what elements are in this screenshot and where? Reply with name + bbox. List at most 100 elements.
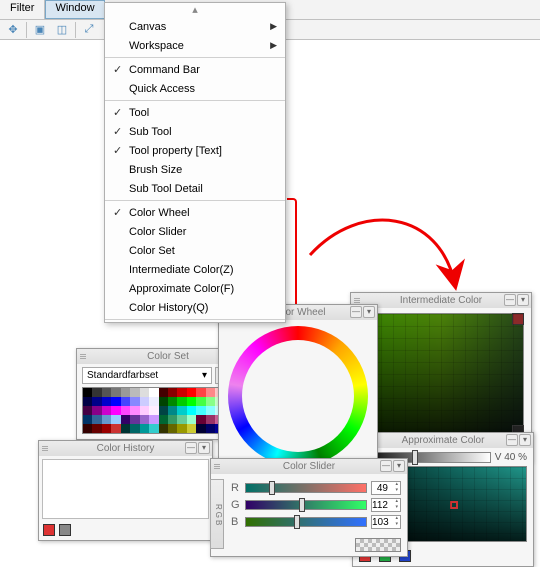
swatch[interactable] <box>140 397 149 406</box>
swatch[interactable] <box>187 388 196 397</box>
menu-canvas[interactable]: Canvas▶ <box>105 17 285 36</box>
minimize-button[interactable]: — <box>185 442 197 454</box>
b-value[interactable]: 103▴▾ <box>371 515 401 529</box>
swatch[interactable] <box>92 424 101 433</box>
swatch[interactable] <box>159 406 168 415</box>
intermediate-grid[interactable] <box>356 313 524 437</box>
r-slider[interactable] <box>245 483 367 493</box>
history-area[interactable] <box>42 459 209 519</box>
crop-alt-icon[interactable]: ◫ <box>51 21 73 39</box>
options-button[interactable]: ▾ <box>363 306 375 318</box>
g-slider[interactable] <box>245 500 367 510</box>
swatch[interactable] <box>168 397 177 406</box>
panel-title[interactable]: Color Slider —▾ <box>211 459 407 474</box>
swatch[interactable] <box>206 406 215 415</box>
r-value[interactable]: 49▴▾ <box>371 481 401 495</box>
swatch[interactable] <box>187 424 196 433</box>
color-triangle[interactable] <box>260 358 330 434</box>
swatch[interactable] <box>83 397 92 406</box>
swatch[interactable] <box>121 406 130 415</box>
menu-approximate-color[interactable]: Approximate Color(F) <box>105 279 285 298</box>
b-slider[interactable] <box>245 517 367 527</box>
swatch[interactable] <box>159 415 168 424</box>
swatch[interactable] <box>149 406 158 415</box>
arrows-icon[interactable]: ✥ <box>2 21 24 39</box>
swatch[interactable] <box>83 415 92 424</box>
background-swatch[interactable] <box>59 524 71 536</box>
swatch[interactable] <box>177 415 186 424</box>
swatch[interactable] <box>102 397 111 406</box>
swatch[interactable] <box>130 424 139 433</box>
panel-title[interactable]: Intermediate Color —▾ <box>351 293 531 308</box>
swatch[interactable] <box>121 424 130 433</box>
swatch[interactable] <box>121 388 130 397</box>
swatch[interactable] <box>111 388 120 397</box>
color-set-select[interactable]: Standardfarbset▾ <box>82 367 212 384</box>
swatch[interactable] <box>102 406 111 415</box>
swatch[interactable] <box>196 424 205 433</box>
options-button[interactable]: ▾ <box>517 294 529 306</box>
options-button[interactable]: ▾ <box>519 434 531 446</box>
swatch[interactable] <box>83 406 92 415</box>
minimize-button[interactable]: — <box>506 434 518 446</box>
swatch[interactable] <box>196 406 205 415</box>
swatch[interactable] <box>206 424 215 433</box>
mode-tab[interactable]: RGB <box>210 479 224 549</box>
menu-command-bar[interactable]: ✓Command Bar <box>105 60 285 79</box>
swatch[interactable] <box>92 397 101 406</box>
swatch[interactable] <box>206 388 215 397</box>
menu-tool[interactable]: ✓Tool <box>105 103 285 122</box>
grip-icon[interactable] <box>80 354 86 360</box>
menu-intermediate-color[interactable]: Intermediate Color(Z) <box>105 260 285 279</box>
color-wheel[interactable] <box>228 326 368 466</box>
swatch[interactable] <box>92 406 101 415</box>
corner-swatch[interactable] <box>512 313 524 325</box>
swatch[interactable] <box>159 424 168 433</box>
options-button[interactable]: ▾ <box>393 460 405 472</box>
swatch[interactable] <box>196 397 205 406</box>
color-history-panel[interactable]: Color History —▾ <box>38 440 213 541</box>
swatch[interactable] <box>177 406 186 415</box>
swatch[interactable] <box>196 415 205 424</box>
swatch[interactable] <box>149 424 158 433</box>
swatch[interactable] <box>206 415 215 424</box>
crop-icon[interactable]: ▣ <box>29 21 51 39</box>
swatch[interactable] <box>111 415 120 424</box>
menu-color-wheel[interactable]: ✓Color Wheel <box>105 203 285 222</box>
menu-quick-access[interactable]: Quick Access <box>105 79 285 98</box>
swatch[interactable] <box>130 388 139 397</box>
menu-sub-tool[interactable]: ✓Sub Tool <box>105 122 285 141</box>
menu-brush-size[interactable]: Brush Size <box>105 160 285 179</box>
swatch[interactable] <box>187 415 196 424</box>
menu-window[interactable]: Window <box>45 0 104 19</box>
color-slider-panel[interactable]: Color Slider —▾ RGB R 49▴▾ G 112▴▾ B 103… <box>210 458 408 557</box>
menu-workspace[interactable]: Workspace▶ <box>105 36 285 55</box>
grip-icon[interactable] <box>214 464 220 470</box>
swatch[interactable] <box>111 406 120 415</box>
swatch[interactable] <box>168 415 177 424</box>
panel-title[interactable]: Approximate Color —▾ <box>353 433 533 448</box>
selection-marker[interactable] <box>450 501 458 509</box>
menu-filter[interactable]: Filter <box>0 0 45 19</box>
swatch[interactable] <box>140 406 149 415</box>
swatch[interactable] <box>177 397 186 406</box>
menu-color-history[interactable]: Color History(Q) <box>105 298 285 317</box>
swatch[interactable] <box>121 415 130 424</box>
panel-title[interactable]: Color History —▾ <box>39 441 212 456</box>
expand-icon[interactable]: ⤢ <box>78 21 100 39</box>
minimize-button[interactable]: — <box>504 294 516 306</box>
collapse-icon[interactable]: ▴ <box>105 3 285 17</box>
swatch[interactable] <box>140 388 149 397</box>
swatch[interactable] <box>92 388 101 397</box>
swatch[interactable] <box>130 397 139 406</box>
swatch[interactable] <box>177 388 186 397</box>
menu-color-slider[interactable]: Color Slider <box>105 222 285 241</box>
swatch[interactable] <box>111 397 120 406</box>
swatch[interactable] <box>140 424 149 433</box>
swatch[interactable] <box>196 388 205 397</box>
swatch[interactable] <box>159 397 168 406</box>
swatch[interactable] <box>130 406 139 415</box>
swatch[interactable] <box>140 415 149 424</box>
swatch[interactable] <box>111 424 120 433</box>
swatch[interactable] <box>121 397 130 406</box>
